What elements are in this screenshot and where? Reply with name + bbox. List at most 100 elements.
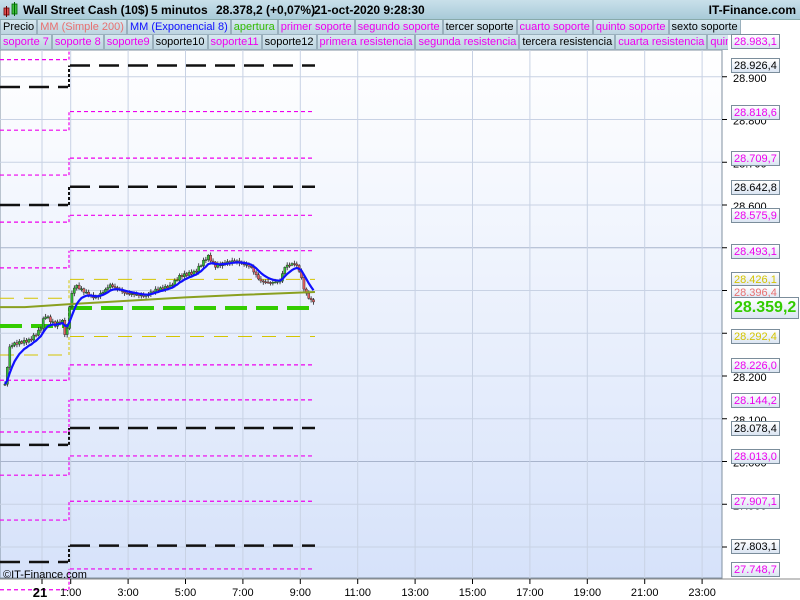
legend-item[interactable]: soporte12: [261, 35, 317, 50]
candle: [206, 254, 210, 260]
candle: [41, 318, 45, 329]
legend-item[interactable]: MM (Exponencial 8): [126, 20, 231, 35]
candle: [104, 289, 107, 293]
candle: [135, 294, 138, 296]
candle: [37, 329, 40, 336]
legend-item[interactable]: Precio: [0, 20, 38, 35]
timeframe[interactable]: 5 minutos: [151, 3, 208, 17]
candle: [10, 345, 14, 348]
candle: [295, 263, 299, 266]
legend-item[interactable]: soporte 8: [51, 35, 104, 50]
candle: [309, 298, 313, 300]
x-tick-label: 3:00: [117, 587, 139, 599]
legend-item[interactable]: segundo soporte: [354, 20, 443, 35]
price-level-label: 27.748,7: [731, 561, 780, 577]
candle: [161, 287, 165, 290]
candle: [293, 263, 296, 265]
legend-item[interactable]: soporte9: [103, 35, 153, 50]
x-tick-label: 21:00: [630, 587, 659, 599]
candle: [20, 341, 24, 344]
candle: [125, 292, 129, 295]
candle: [32, 334, 35, 341]
legend-item[interactable]: quinto soporte: [592, 20, 669, 35]
candle: [302, 277, 306, 290]
price-level-label: 28.144,2: [731, 392, 780, 408]
brand-name: IT-Finance.com: [708, 3, 796, 17]
candle: [77, 284, 81, 290]
price-level-label: 28.818,6: [731, 104, 780, 120]
candle: [111, 284, 114, 287]
legend-item[interactable]: tercer soporte: [442, 20, 517, 35]
legend-item[interactable]: cuarta resistencia: [615, 35, 708, 50]
candle: [130, 293, 134, 295]
candle: [254, 271, 258, 275]
y-tick-label: 28.200: [733, 372, 767, 384]
price-level-label: 28.926,4: [731, 58, 780, 74]
legend-item[interactable]: primer soporte: [277, 20, 355, 35]
price-level-label: 28.013,0: [731, 448, 780, 464]
candle: [80, 288, 83, 290]
candle: [283, 267, 287, 274]
candle: [204, 259, 208, 261]
candle: [180, 275, 184, 277]
legend-item[interactable]: segunda resistencia: [415, 35, 520, 50]
price-level-label: 27.803,1: [731, 538, 780, 554]
candle: [288, 264, 291, 267]
candle: [15, 342, 19, 345]
x-tick-label: 7:00: [232, 587, 254, 599]
legend-item[interactable]: soporte10: [152, 35, 208, 50]
legend-item[interactable]: sexto soporte: [668, 20, 741, 35]
candle: [192, 270, 196, 275]
candle: [82, 288, 86, 293]
x-tick-label: 5:00: [174, 587, 197, 599]
candle: [187, 272, 191, 276]
candle: [63, 320, 67, 335]
legend-row-1: Precio MM (Simple 200) MM (Exponencial 8) a…: [0, 20, 741, 35]
candle: [22, 340, 26, 344]
x-tick-label: 23:00: [688, 587, 716, 599]
candle: [312, 299, 315, 303]
legend-row-2: soporte 7 soporte 8 soporte9 soporte10 sopor…: [0, 35, 728, 50]
candle: [39, 328, 43, 331]
candle: [211, 260, 215, 263]
legend-item[interactable]: soporte11: [207, 35, 262, 50]
candle: [178, 275, 181, 281]
candle: [34, 334, 38, 337]
candle: [128, 292, 131, 295]
price-level-label: 28.983,1: [731, 34, 780, 50]
x-tick-label: 19:00: [573, 587, 602, 599]
price-chart[interactable]: 28.90028.80028.70028.60028.50028.40028.3…: [0, 0, 800, 600]
candle: [27, 338, 31, 343]
legend-item[interactable]: primera resistencia: [316, 35, 416, 50]
candle: [166, 286, 169, 289]
candle: [185, 273, 189, 276]
legend-item[interactable]: quinta: [707, 35, 728, 50]
price-level-label: 28.709,7: [731, 151, 780, 167]
legend-item[interactable]: apertura: [230, 20, 278, 35]
candle: [285, 264, 289, 268]
price-level-label: 27.907,1: [731, 494, 780, 510]
candle: [261, 280, 265, 283]
legend-item[interactable]: soporte 7: [0, 35, 52, 50]
datetime: 21-oct-2020 9:28:30: [314, 3, 425, 17]
price-level-label: 28.292,4: [731, 329, 780, 345]
legend-item[interactable]: tercera resistencia: [519, 35, 616, 50]
candle: [113, 286, 117, 288]
candle: [202, 259, 205, 266]
x-tick-label: 1:00: [59, 587, 82, 599]
current-quote: 28.378,2 (+0,07%): [216, 3, 316, 17]
candle: [75, 284, 79, 289]
candle: [183, 273, 186, 277]
legend-item[interactable]: MM (Simple 200): [37, 20, 127, 35]
candle: [8, 346, 12, 368]
candle: [108, 284, 112, 288]
candle: [106, 287, 110, 290]
candle: [259, 278, 263, 282]
candle: [307, 293, 311, 299]
x-tick-label: 17:00: [516, 587, 544, 599]
x-tick-label: 11:00: [344, 587, 372, 599]
price-level-label: 28.575,9: [731, 208, 780, 224]
candle: [65, 328, 69, 335]
copyright: ©IT-Finance.com: [3, 569, 87, 581]
legend-item[interactable]: cuarto soporte: [516, 20, 593, 35]
